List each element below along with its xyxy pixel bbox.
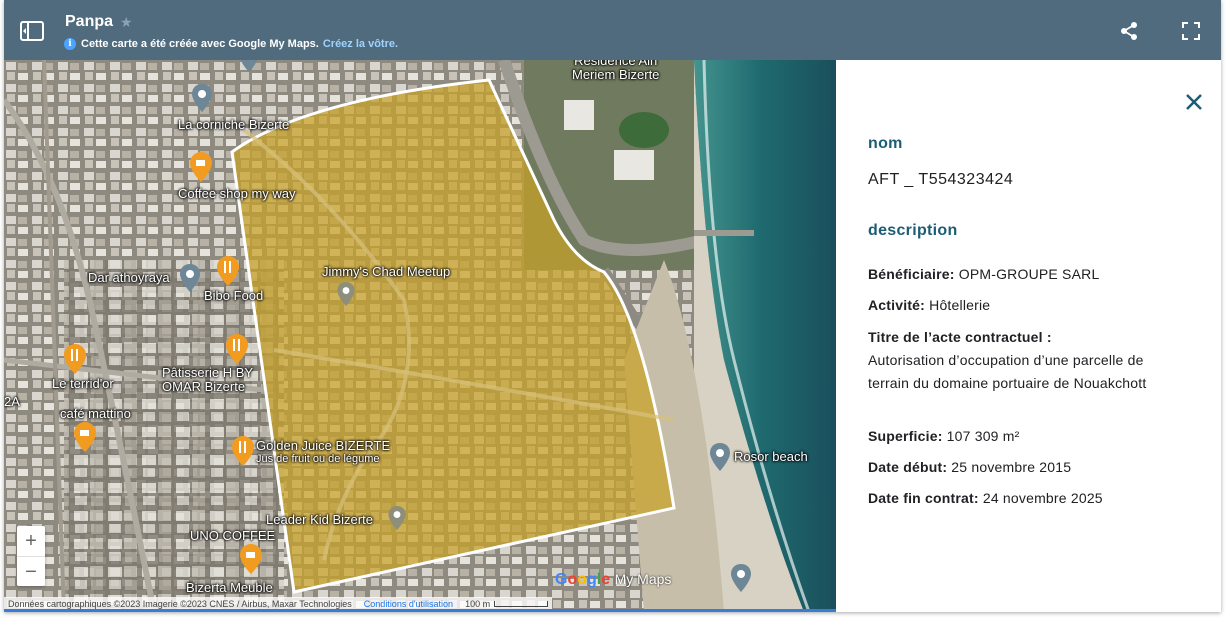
poi-bizerta-meuble[interactable]: Bizerta Meuble bbox=[186, 580, 273, 595]
poi-coffee-shop-my-way[interactable]: Coffee shop my way bbox=[178, 186, 296, 201]
poi-label: Résidence Ain Meriem Bizerte bbox=[572, 60, 660, 82]
google-my-maps-logo: Google My Maps bbox=[555, 571, 672, 588]
field-value: Autorisation d’occupation d’une parcelle… bbox=[868, 352, 1147, 391]
close-button[interactable] bbox=[1182, 90, 1206, 114]
close-icon bbox=[1186, 94, 1202, 110]
nom-heading: nom bbox=[868, 135, 903, 152]
field-activite: Activité: Hôtellerie bbox=[868, 294, 1168, 317]
field-value: 25 novembre 2015 bbox=[951, 459, 1072, 475]
poi-residence-ain-meriem[interactable]: Résidence Ain Meriem Bizerte bbox=[572, 60, 659, 82]
field-label: Bénéficiaire: bbox=[868, 266, 955, 282]
field-label: Superficie: bbox=[868, 428, 943, 444]
nom-value: AFT _ T554323424 bbox=[868, 171, 1014, 188]
poi-cafe-mattino[interactable]: café mattino bbox=[60, 406, 131, 421]
description-heading: description bbox=[868, 222, 958, 239]
poi-2a: 2A bbox=[4, 394, 20, 409]
feature-details-panel: nom AFT _ T554323424 description Bénéfic… bbox=[836, 60, 1221, 612]
field-beneficiaire: Bénéficiaire: OPM-GROUPE SARL bbox=[868, 263, 1168, 286]
share-button[interactable] bbox=[1118, 20, 1140, 42]
poi-golden-juice-category: Jus de fruit ou de légume bbox=[256, 453, 380, 465]
fullscreen-button[interactable] bbox=[1180, 20, 1202, 42]
scale-bar-line bbox=[494, 600, 549, 607]
share-icon bbox=[1121, 22, 1137, 40]
map-title: Panpa bbox=[65, 13, 114, 30]
field-label: Date début: bbox=[868, 459, 948, 475]
poi-la-corniche[interactable]: La corniche Bizerte bbox=[178, 117, 289, 132]
poi-le-terridor[interactable]: Le terrid'or bbox=[52, 376, 114, 391]
terms-link[interactable]: Conditions d'utilisation bbox=[364, 599, 453, 609]
poi-dar-athoyraya[interactable]: Dar athoyraya bbox=[88, 270, 170, 285]
fullscreen-icon bbox=[1182, 22, 1200, 40]
map-canvas[interactable]: Résidence Ain Meriem Bizerte La corniche… bbox=[4, 60, 836, 612]
my-maps-label: My Maps bbox=[614, 571, 672, 587]
zoom-controls: + − bbox=[17, 526, 45, 586]
field-label: Activité: bbox=[868, 297, 926, 313]
field-titre-acte: Titre de l’acte contractuel : Autorisati… bbox=[868, 326, 1148, 395]
satellite-imagery bbox=[4, 60, 836, 612]
field-date-debut: Date début: 25 novembre 2015 bbox=[868, 456, 1168, 479]
field-value: 24 novembre 2025 bbox=[982, 490, 1103, 506]
created-with-notice: i Cette carte a été créée avec Google My… bbox=[64, 38, 398, 50]
map-viewer: Panpa ★ i Cette carte a été créée avec G… bbox=[4, 0, 1221, 612]
attribution-text: Données cartographiques ©2023 Imagerie ©… bbox=[8, 598, 352, 609]
poi-golden-juice[interactable]: Golden Juice BIZERTE bbox=[256, 438, 390, 453]
poi-bibo-food[interactable]: Bibo Food bbox=[204, 288, 263, 303]
sidebar-toggle-icon bbox=[20, 21, 44, 41]
toggle-legend-button[interactable] bbox=[18, 17, 46, 45]
poi-rosor-beach[interactable]: Rosor beach bbox=[734, 449, 808, 464]
create-your-own-link[interactable]: Créez la vôtre. bbox=[323, 38, 398, 50]
field-label: Date fin contrat: bbox=[868, 490, 979, 506]
notice-text: Cette carte a été créée avec Google My M… bbox=[81, 38, 319, 50]
poi-jimmys-chad-meetup[interactable]: Jimmy's Chad Meetup bbox=[322, 264, 450, 279]
poi-leader-kid[interactable]: Leader Kid Bizerte bbox=[266, 512, 373, 527]
poi-patisserie-h-by-omar[interactable]: Pâtisserie H BY OMAR Bizerte bbox=[162, 366, 262, 394]
zoom-in-button[interactable]: + bbox=[17, 526, 45, 556]
field-value: OPM-GROUPE SARL bbox=[958, 266, 1100, 282]
info-icon: i bbox=[64, 38, 76, 50]
poi-uno-coffee[interactable]: UNO COFFEE bbox=[190, 528, 275, 543]
scale-label: 100 m bbox=[465, 598, 491, 609]
scale-bar[interactable]: 100 m bbox=[465, 598, 549, 609]
field-date-fin: Date fin contrat: 24 novembre 2025 bbox=[868, 487, 1168, 510]
map-bottom-border bbox=[4, 609, 836, 612]
zoom-out-button[interactable]: − bbox=[17, 557, 45, 587]
field-value: 107 309 m² bbox=[946, 428, 1020, 444]
field-superficie: Superficie: 107 309 m² bbox=[868, 425, 1168, 448]
top-bar: Panpa ★ i Cette carte a été créée avec G… bbox=[4, 0, 1221, 60]
field-label: Titre de l’acte contractuel : bbox=[868, 329, 1052, 345]
field-value: Hôtellerie bbox=[929, 297, 991, 313]
star-icon[interactable]: ★ bbox=[120, 14, 133, 31]
